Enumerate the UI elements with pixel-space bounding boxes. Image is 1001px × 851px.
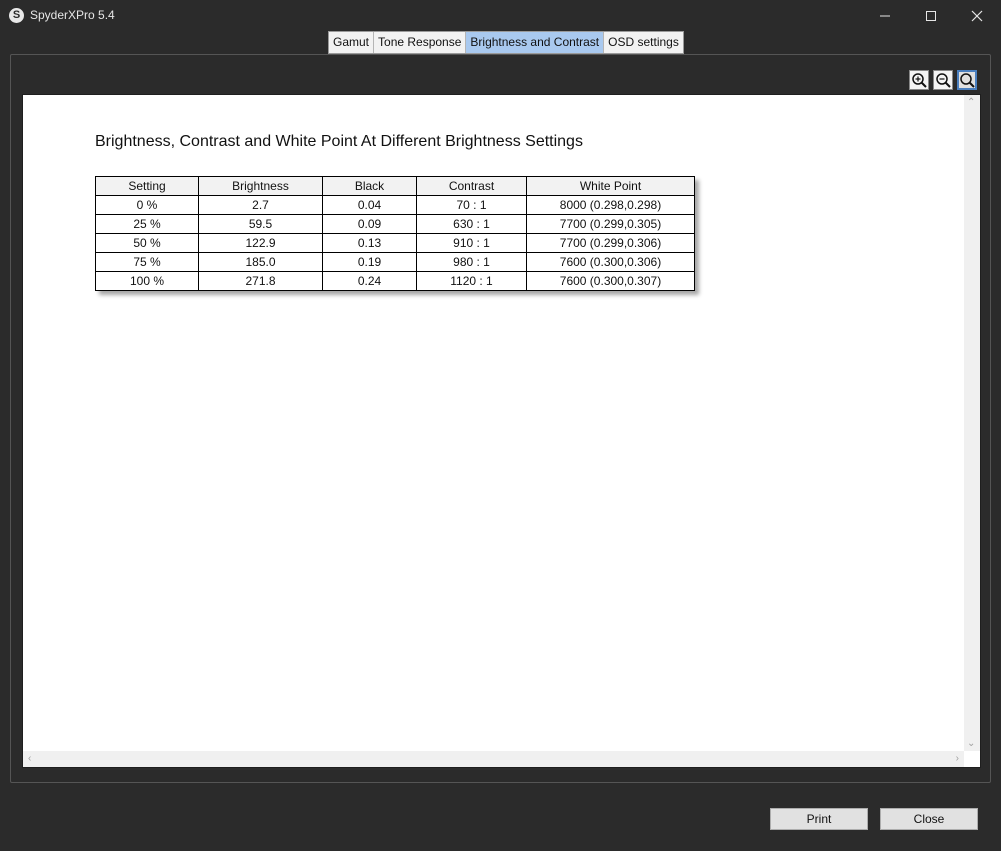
column-header-contrast: Contrast [416,176,527,196]
cell-contrast: 980 : 1 [416,252,527,272]
minimize-button[interactable] [862,0,908,31]
cell-brightness: 185.0 [198,252,323,272]
cell-white-point: 7700 (0.299,0.305) [526,214,695,234]
scroll-right-icon[interactable]: › [956,753,959,764]
close-window-button[interactable] [954,0,1000,31]
cell-brightness: 122.9 [198,233,323,253]
zoom-in-button[interactable] [909,70,929,90]
table-row: 0 % 2.7 0.04 70 : 1 8000 (0.298,0.298) [95,195,695,215]
zoom-fit-icon [960,73,975,88]
brightness-contrast-table: Setting Brightness Black Contrast White … [95,176,695,291]
print-button[interactable]: Print [770,808,868,830]
column-header-brightness: Brightness [198,176,323,196]
cell-setting: 100 % [95,271,199,291]
zoom-out-icon [936,73,951,88]
zoom-fit-button[interactable] [957,70,977,90]
column-header-white-point: White Point [526,176,695,196]
cell-brightness: 271.8 [198,271,323,291]
cell-white-point: 7600 (0.300,0.307) [526,271,695,291]
window-title: SpyderXPro 5.4 [30,8,115,22]
scrollbar-corner [964,751,980,767]
title-bar: S SpyderXPro 5.4 [0,0,1001,31]
table-row: 50 % 122.9 0.13 910 : 1 7700 (0.299,0.30… [95,233,695,253]
vertical-scrollbar[interactable]: ⌃ ⌄ [964,95,980,751]
zoom-in-icon [912,73,927,88]
tab-tone-response[interactable]: Tone Response [374,32,467,53]
cell-black: 0.13 [322,233,417,253]
zoom-out-button[interactable] [933,70,953,90]
cell-setting: 25 % [95,214,199,234]
table-row: 100 % 271.8 0.24 1120 : 1 7600 (0.300,0.… [95,271,695,291]
scroll-left-icon[interactable]: ‹ [28,753,31,764]
cell-contrast: 910 : 1 [416,233,527,253]
cell-black: 0.24 [322,271,417,291]
cell-black: 0.04 [322,195,417,215]
maximize-icon [926,10,936,21]
cell-white-point: 7700 (0.299,0.306) [526,233,695,253]
close-icon [971,10,983,21]
close-button[interactable]: Close [880,808,978,830]
tab-osd-settings[interactable]: OSD settings [604,32,683,53]
cell-black: 0.19 [322,252,417,272]
table-header-row: Setting Brightness Black Contrast White … [95,176,695,196]
tab-brightness-and-contrast[interactable]: Brightness and Contrast [466,32,605,53]
scroll-up-icon[interactable]: ⌃ [967,97,975,108]
tab-strip: Gamut Tone Response Brightness and Contr… [328,31,684,54]
horizontal-scrollbar[interactable]: ‹ › [23,751,964,767]
app-logo-icon: S [9,8,24,23]
tab-gamut[interactable]: Gamut [329,32,375,53]
column-header-black: Black [322,176,417,196]
cell-setting: 75 % [95,252,199,272]
cell-white-point: 8000 (0.298,0.298) [526,195,695,215]
table-row: 75 % 185.0 0.19 980 : 1 7600 (0.300,0.30… [95,252,695,272]
cell-black: 0.09 [322,214,417,234]
cell-white-point: 7600 (0.300,0.306) [526,252,695,272]
report-viewport[interactable]: Brightness, Contrast and White Point At … [22,94,981,768]
scroll-down-icon[interactable]: ⌄ [967,738,975,749]
cell-setting: 50 % [95,233,199,253]
table-row: 25 % 59.5 0.09 630 : 1 7700 (0.299,0.305… [95,214,695,234]
cell-contrast: 70 : 1 [416,195,527,215]
column-header-setting: Setting [95,176,199,196]
maximize-button[interactable] [908,0,954,31]
cell-contrast: 630 : 1 [416,214,527,234]
minimize-icon [880,15,890,16]
cell-setting: 0 % [95,195,199,215]
cell-contrast: 1120 : 1 [416,271,527,291]
report-title: Brightness, Contrast and White Point At … [95,133,583,150]
cell-brightness: 59.5 [198,214,323,234]
cell-brightness: 2.7 [198,195,323,215]
